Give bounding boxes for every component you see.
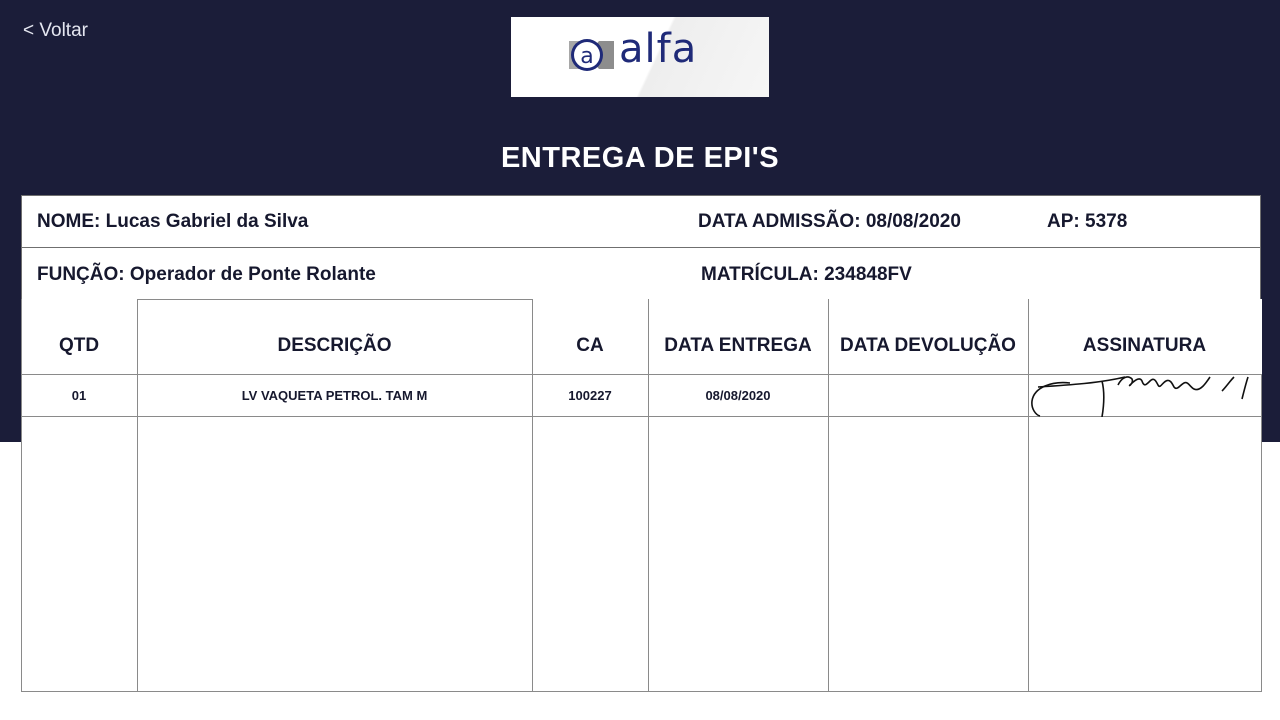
cell-qtd: 01 (71, 388, 87, 403)
epi-table: QTD DESCRIÇÃO CA DATA ENTREGA DATA DEVOL… (21, 299, 1262, 692)
header-descricao: DESCRIÇÃO (277, 335, 392, 356)
column-divider (1028, 299, 1029, 692)
table-border-bottom (21, 691, 1262, 692)
cell-descricao: LV VAQUETA PETROL. TAM M (241, 388, 428, 403)
table-border-left (21, 299, 22, 692)
column-divider (532, 299, 533, 692)
signature-image (1031, 376, 1249, 417)
logo-text: alfa (619, 26, 698, 72)
column-divider (648, 299, 649, 692)
ap-number: AP: 5378 (1047, 211, 1128, 232)
header-assinatura: ASSINATURA (1082, 335, 1207, 356)
employee-role: FUNÇÃO: Operador de Ponte Rolante (37, 264, 376, 285)
back-link[interactable]: < Voltar (23, 20, 88, 42)
admission-date: DATA ADMISSÃO: 08/08/2020 (698, 211, 961, 232)
registration-number: MATRÍCULA: 234848FV (701, 264, 912, 285)
logo-mark-letter: a (580, 44, 593, 69)
header-ca: CA (576, 335, 604, 356)
cell-ca: 100227 (568, 388, 612, 403)
header-data-devolucao: DATA DEVOLUÇÃO (840, 335, 1016, 356)
employee-info-row-2: FUNÇÃO: Operador de Ponte Rolante MATRÍC… (21, 247, 1261, 300)
page-title: ENTREGA DE EPI'S (500, 142, 780, 174)
column-divider (828, 299, 829, 692)
column-divider (137, 299, 138, 692)
employee-name: NOME: Lucas Gabriel da Silva (37, 211, 309, 232)
header-qtd: QTD (58, 335, 100, 356)
table-border-right (1261, 374, 1262, 692)
employee-info-row-1: NOME: Lucas Gabriel da Silva DATA ADMISS… (21, 195, 1261, 248)
header-top-line (137, 299, 532, 300)
header-data-entrega: DATA ENTREGA (664, 335, 812, 356)
cell-data-entrega: 08/08/2020 (705, 388, 771, 403)
